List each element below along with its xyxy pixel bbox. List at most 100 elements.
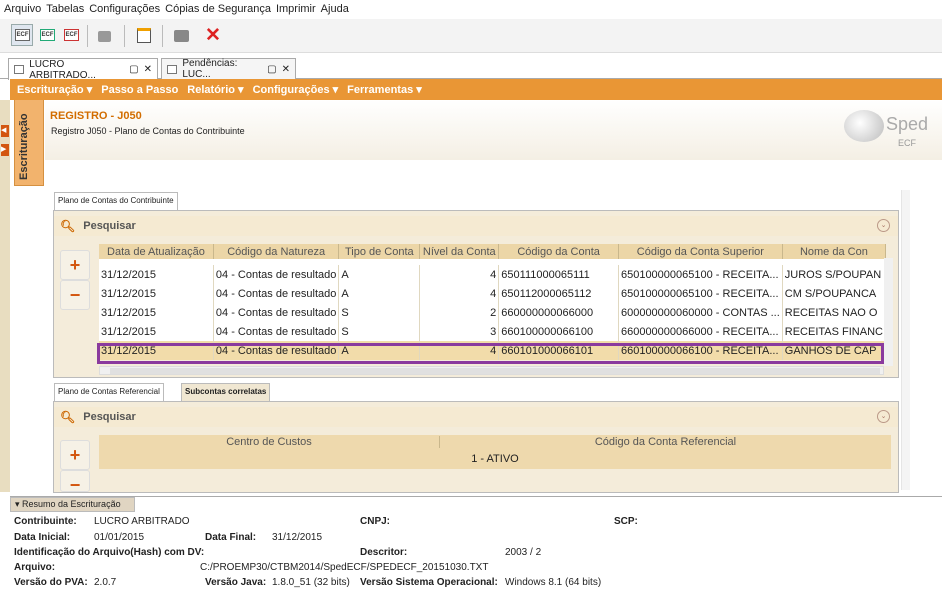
menu-configuracoes[interactable]: Configurações [89, 3, 160, 15]
menu-tabelas[interactable]: Tabelas [46, 3, 84, 15]
nav-ferramentas[interactable]: Ferramentas ▾ [347, 83, 422, 96]
document-icon [14, 65, 25, 74]
cell: A [338, 284, 421, 303]
export-ecf-button[interactable]: ECF [60, 24, 82, 46]
cell: 600000000060000 - CONTAS ... [618, 303, 783, 322]
horizontal-scrollbar[interactable] [99, 366, 884, 375]
nav-relatorio[interactable]: Relatório ▾ [187, 83, 243, 96]
value-descritor: 2003 / 2 [505, 547, 542, 558]
add-row-button[interactable]: + [60, 440, 90, 470]
referencial-value[interactable]: 1 - ATIVO [99, 453, 891, 465]
chevron-left-icon[interactable]: ◀ [1, 125, 9, 137]
import-ecf-button[interactable]: ECF [36, 24, 58, 46]
outer-scrollbar[interactable] [901, 190, 910, 490]
chevron-down-icon[interactable]: ⌄ [877, 219, 890, 232]
tab-subcontas-correlatas[interactable]: Subcontas correlatas [181, 383, 271, 401]
cell: S [338, 303, 421, 322]
table-row[interactable]: 31/12/2015 04 - Contas de resultado S 3 6601… [99, 322, 886, 341]
cell: 04 - Contas de resultado [213, 284, 340, 303]
col-nome-conta[interactable]: Nome da Con [782, 244, 886, 259]
col-codigo-conta[interactable]: Código da Conta [498, 244, 619, 259]
sped-logo: Sped [885, 114, 928, 134]
value-versao-java: 1.8.0_51 (32 bits) [272, 577, 350, 588]
menu-ajuda[interactable]: Ajuda [321, 3, 349, 15]
tab-plano-contas[interactable]: Plano de Contas do Contribuinte [54, 192, 178, 210]
vertical-scrollbar[interactable] [884, 258, 893, 366]
remove-row-button[interactable]: − [60, 470, 90, 495]
tab-label: LUCRO ARBITRADO... [29, 58, 96, 81]
scroll-thumb[interactable] [110, 368, 880, 374]
chevron-down-icon[interactable]: ⌄ [877, 410, 890, 423]
cell: 3 [419, 322, 500, 341]
col-codigo-conta-superior[interactable]: Código da Conta Superior [618, 244, 783, 259]
edit-document-icon [137, 28, 151, 43]
referencial-table: Centro de Custos Código da Conta Referen… [99, 435, 891, 469]
close-tab-icon[interactable]: ✕ [282, 64, 290, 75]
label-contribuinte: Contribuinte: [14, 516, 77, 527]
menu-copias-seguranca[interactable]: Cópias de Segurança [165, 3, 271, 15]
validate-button[interactable] [133, 24, 155, 46]
search-icon: 🔍︎ [60, 410, 76, 424]
new-ecf-button[interactable]: ECF [11, 24, 33, 46]
nav-configuracoes[interactable]: Configurações ▾ [253, 83, 339, 96]
cell: 31/12/2015 [99, 265, 214, 284]
cell: 660100000066100 [498, 322, 619, 341]
tab-pendencias[interactable]: Pendências: LUC... ▢ ✕ [161, 58, 296, 80]
signature-icon [174, 30, 189, 42]
cell: 650111000065111 [498, 265, 619, 284]
value-arquivo: C:/PROEMP30/CTBM2014/SpedECF/SPEDECF_201… [200, 562, 489, 573]
cell: 650100000065100 - RECEITA... [618, 284, 783, 303]
delete-button[interactable]: ✕ [201, 24, 223, 46]
label-cnpj: CNPJ: [360, 516, 391, 527]
cell: RECEITAS FINANC [782, 322, 886, 341]
label-scp: SCP: [614, 516, 638, 527]
register-header: REGISTRO - J050 Registro J050 - Plano de… [45, 100, 942, 160]
sign-button[interactable] [170, 24, 192, 46]
restore-icon[interactable]: ▢ [267, 64, 276, 75]
table-row[interactable]: 31/12/2015 04 - Contas de resultado A 4 6501… [99, 265, 886, 284]
col-data-atualizacao[interactable]: Data de Atualização [99, 244, 214, 259]
tab-label: Pendências: LUC... [182, 58, 238, 80]
label-data-inicial: Data Inicial: [14, 532, 71, 543]
resumo-header[interactable]: ▾ Resumo da Escrituração [10, 497, 135, 512]
collapse-strip[interactable]: ◀ ▶ [0, 100, 10, 492]
search-bar[interactable]: 🔍︎ Pesquisar ⌄ [54, 216, 898, 236]
cell: 04 - Contas de resultado [213, 322, 340, 341]
tab-plano-referencial[interactable]: Plano de Contas Referencial [54, 383, 164, 401]
value-versao-pva: 2.0.7 [94, 577, 117, 588]
close-icon: ✕ [205, 25, 221, 46]
add-row-button[interactable]: + [60, 250, 90, 280]
chevron-right-icon[interactable]: ▶ [1, 144, 9, 156]
col-tipo-conta[interactable]: Tipo de Conta [338, 244, 421, 259]
close-tab-icon[interactable]: ✕ [144, 64, 152, 75]
menu-arquivo[interactable]: Arquivo [4, 3, 41, 15]
col-codigo-conta-referencial[interactable]: Código da Conta Referencial [439, 436, 891, 448]
main-content: Plano de Contas do Contribuinte 🔍︎ Pesqu… [45, 160, 942, 495]
cell: 31/12/2015 [99, 322, 214, 341]
document-icon [167, 64, 178, 74]
vertical-tab-escrituracao[interactable]: Escrituração [14, 100, 44, 186]
page-subtitle: Registro J050 - Plano de Contas do Contr… [51, 126, 245, 136]
tab-lucro-arbitrado[interactable]: LUCRO ARBITRADO... ▢ ✕ [8, 58, 158, 81]
search-icon: 🔍︎ [60, 219, 76, 233]
col-centro-custos[interactable]: Centro de Custos [99, 436, 439, 448]
chevron-down-icon: ▾ [15, 499, 23, 509]
nav-passo-a-passo[interactable]: Passo a Passo [101, 84, 178, 96]
print-button[interactable] [93, 24, 115, 46]
table-header: Data de Atualização Código da Natureza T… [99, 244, 886, 259]
col-nivel-conta[interactable]: Nível da Conta [419, 244, 500, 259]
table-row[interactable]: 31/12/2015 04 - Contas de resultado S 2 6600… [99, 303, 886, 322]
table-row[interactable]: 31/12/2015 04 - Contas de resultado A 4 6501… [99, 284, 886, 303]
restore-icon[interactable]: ▢ [129, 64, 138, 75]
cell: 04 - Contas de resultado [213, 303, 340, 322]
nav-escrituracao[interactable]: Escrituração ▾ [17, 83, 92, 96]
cell: 660000000066000 - RECEITA... [618, 322, 783, 341]
remove-row-button[interactable]: − [60, 280, 90, 310]
search-bar[interactable]: 🔍︎ Pesquisar ⌄ [54, 407, 898, 427]
selected-row-highlight [97, 343, 884, 364]
col-codigo-natureza[interactable]: Código da Natureza [213, 244, 340, 259]
menu-imprimir[interactable]: Imprimir [276, 3, 316, 15]
document-tabs: LUCRO ARBITRADO... ▢ ✕ Pendências: LUC..… [0, 55, 942, 81]
value-versao-so: Windows 8.1 (64 bits) [505, 577, 602, 588]
toolbar: ECF ECF ECF ✕ [0, 19, 942, 53]
